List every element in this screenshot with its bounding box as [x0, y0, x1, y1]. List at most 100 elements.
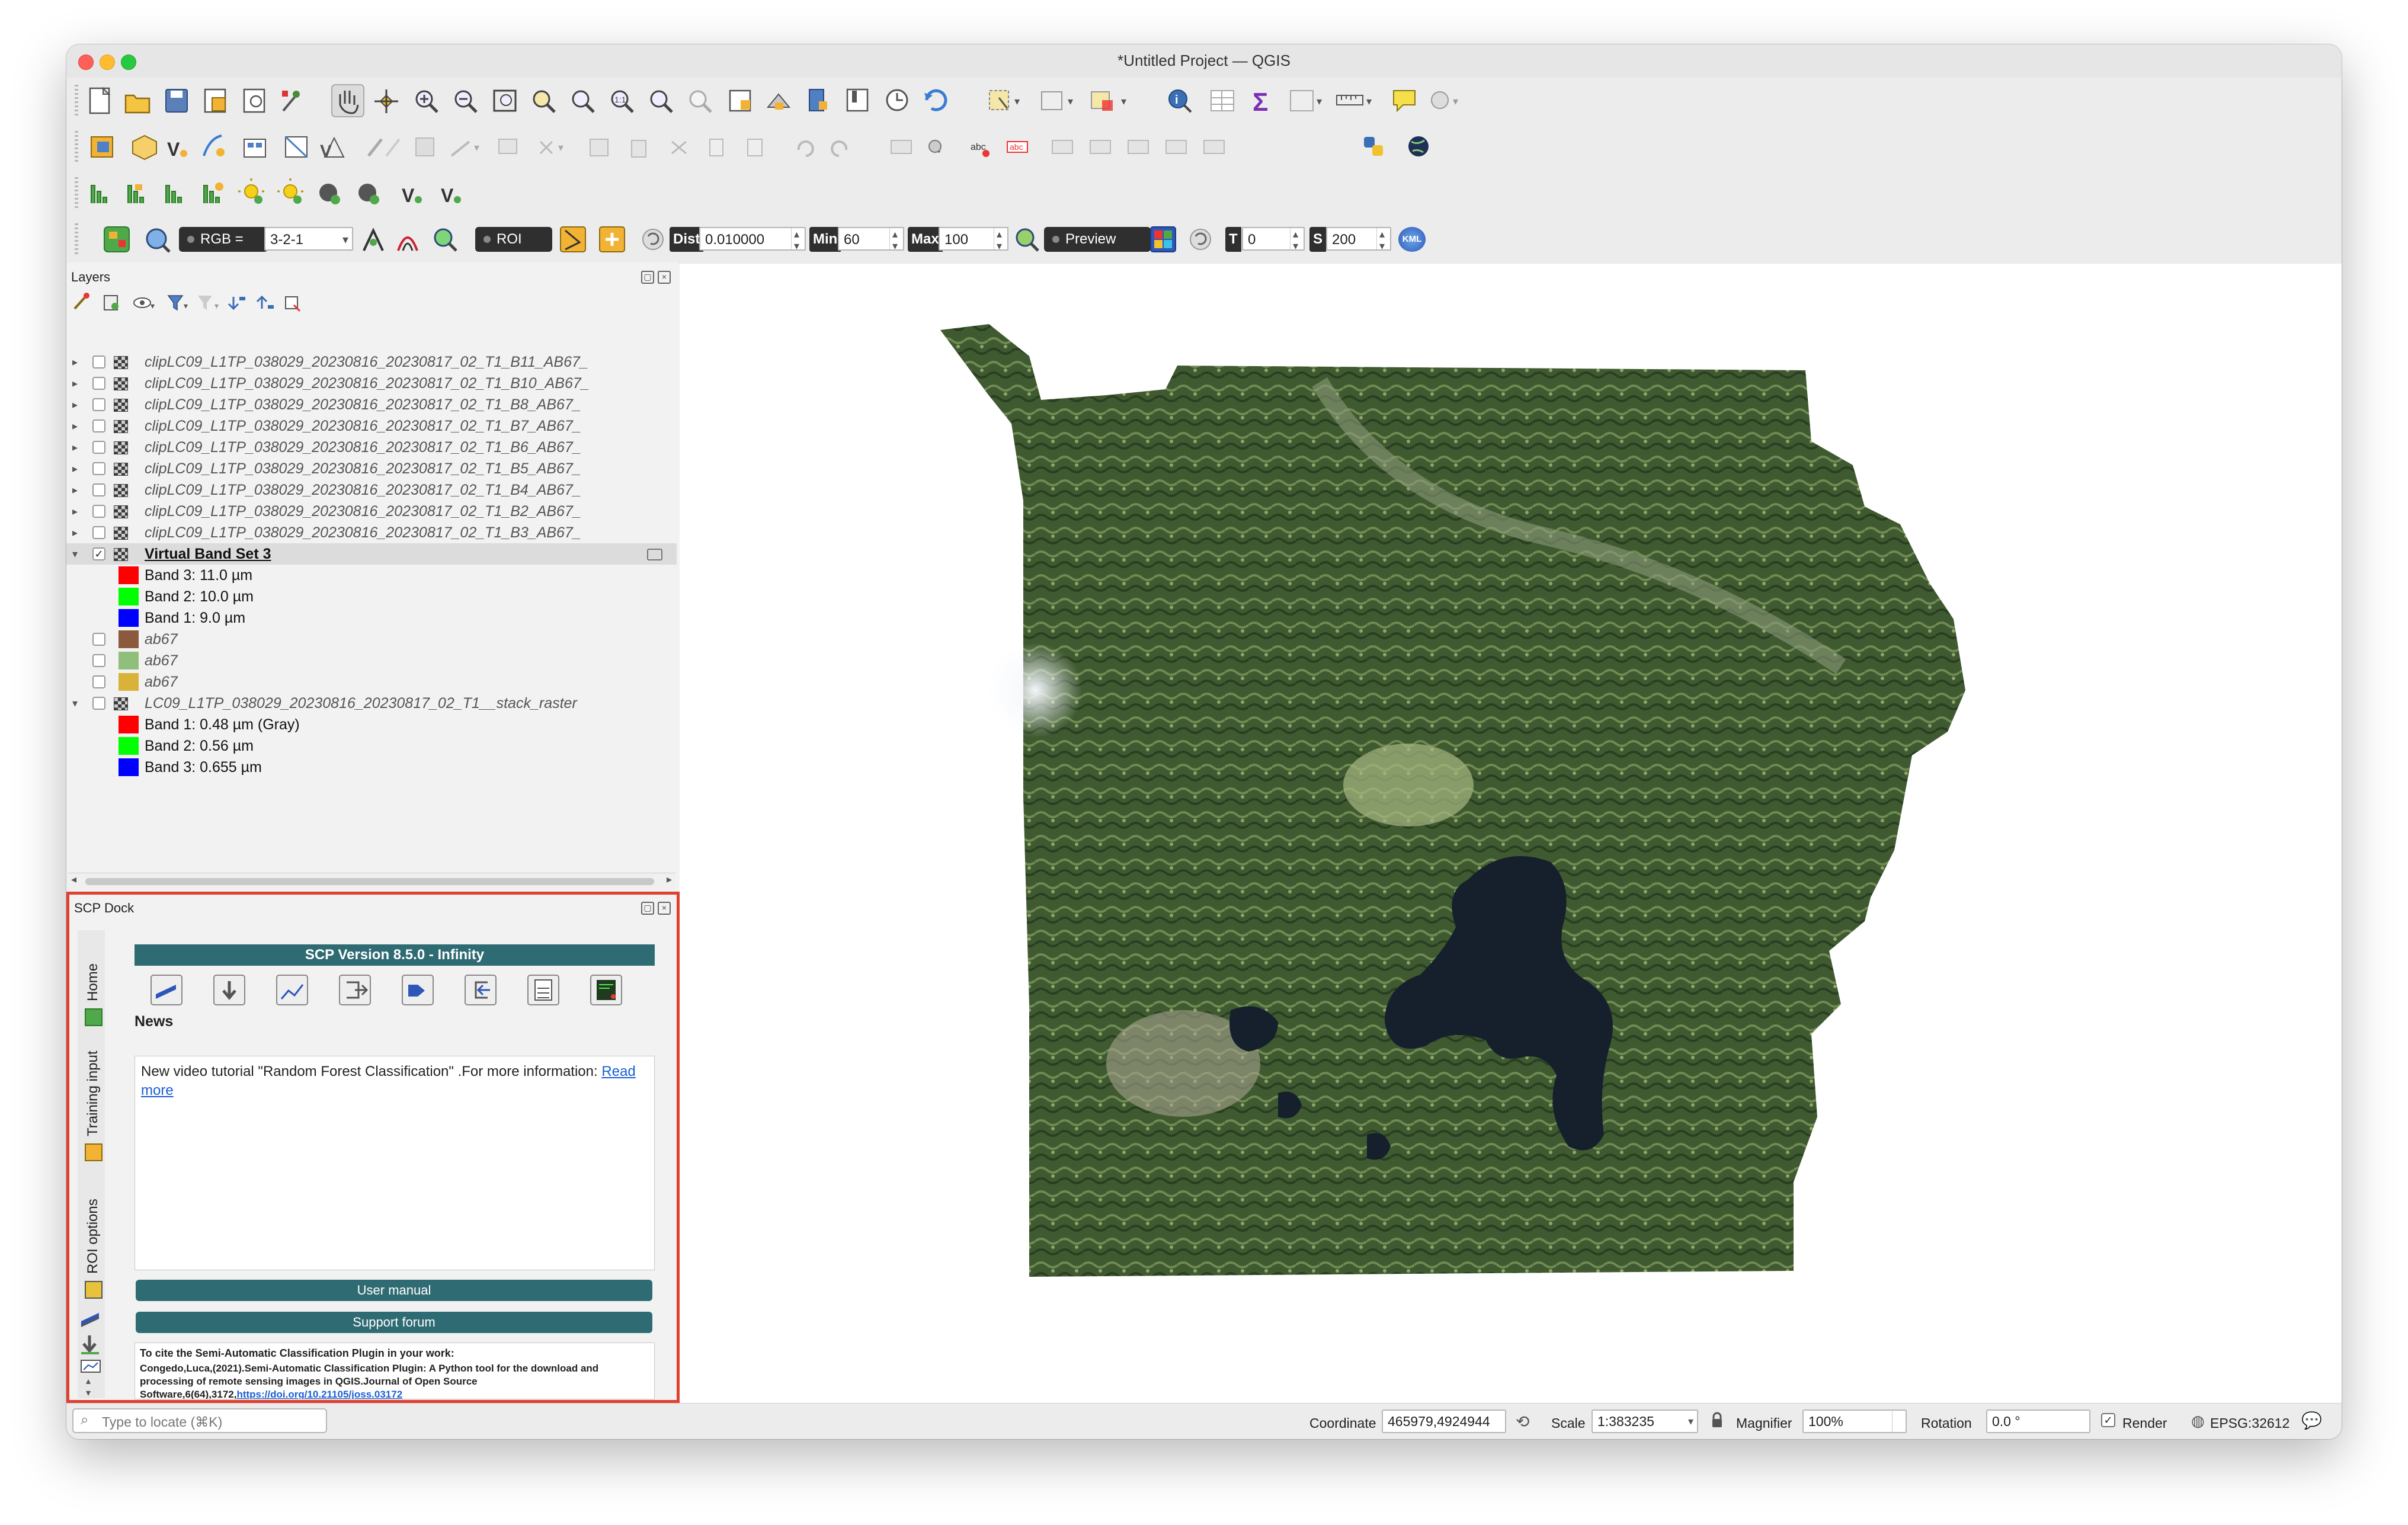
statistical-summary-icon[interactable]: Σ — [1253, 88, 1268, 117]
pan-to-selection-icon[interactable] — [374, 89, 398, 113]
manage-visibility-icon[interactable]: ▾ — [133, 297, 155, 310]
sun-layer-icon[interactable] — [238, 178, 264, 204]
print-layout-icon[interactable] — [243, 88, 265, 113]
raster-histogram-3-icon[interactable] — [165, 185, 182, 203]
download-products-icon[interactable] — [213, 975, 245, 1005]
layer-row[interactable]: ▸ clipLC09_L1TP_038029_20230816_20230817_… — [66, 373, 677, 394]
new-bookmark-icon[interactable] — [809, 89, 827, 111]
layer-visibility-checkbox[interactable]: ✓ — [92, 547, 105, 560]
open-layer-styling-icon[interactable] — [73, 293, 89, 310]
open-project-icon[interactable] — [124, 94, 150, 114]
expand-all-icon[interactable] — [228, 297, 245, 310]
raster-histogram-2-icon[interactable] — [127, 184, 144, 203]
identify-features-icon[interactable]: i — [1168, 89, 1192, 113]
label-abc-icon[interactable]: abc abc — [971, 141, 1028, 157]
scrollbar-thumb[interactable] — [85, 878, 654, 885]
render-checkbox[interactable]: ✓ — [2101, 1413, 2115, 1427]
new-mesh-layer-icon[interactable]: V — [320, 136, 345, 161]
refresh-icon[interactable] — [924, 89, 947, 111]
zoom-out-icon[interactable] — [454, 90, 478, 113]
layer-visibility-checkbox[interactable] — [92, 377, 105, 390]
zoom-last-icon[interactable] — [650, 90, 673, 113]
band-set-tab-icon[interactable] — [81, 1313, 100, 1327]
expand-icon[interactable]: ▸ — [72, 458, 78, 479]
lock-layer-icon[interactable] — [319, 184, 340, 204]
layer-visibility-checkbox[interactable] — [92, 633, 105, 646]
collapse-icon[interactable]: ▾ — [72, 693, 78, 714]
spin-arrows-icon[interactable] — [1376, 222, 1390, 258]
band-calc-icon[interactable] — [527, 975, 559, 1005]
new-virtual-layer-icon[interactable] — [244, 139, 266, 158]
layers-horizontal-scrollbar[interactable]: ◂ ▸ — [68, 873, 675, 890]
scroll-down-icon[interactable]: ▾ — [86, 1388, 91, 1398]
python-console-icon[interactable] — [1364, 137, 1383, 156]
home-tab-icon[interactable] — [85, 1008, 103, 1026]
layer-row[interactable]: ▸ clipLC09_L1TP_038029_20230816_20230817_… — [66, 351, 677, 373]
spin-arrows-icon[interactable] — [791, 222, 805, 258]
zoom-roi-icon[interactable] — [434, 228, 457, 252]
s-spinbox[interactable]: 200 — [1326, 222, 1391, 258]
toggle-extents-icon[interactable]: ⟲ — [1516, 1412, 1529, 1431]
user-manual-button[interactable]: User manual — [136, 1280, 652, 1301]
float-panel-icon[interactable]: ▢ — [641, 902, 654, 915]
layer-row[interactable]: ab67 — [66, 629, 677, 650]
layer-row[interactable]: ▸ clipLC09_L1TP_038029_20230816_20230817_… — [66, 501, 677, 522]
layer-row[interactable]: ▸ clipLC09_L1TP_038029_20230816_20230817_… — [66, 437, 677, 458]
lock-scale-icon[interactable] — [1711, 1411, 1723, 1428]
collapse-all-icon[interactable] — [256, 295, 274, 309]
layer-visibility-checkbox[interactable] — [92, 526, 105, 539]
layer-visibility-checkbox[interactable] — [92, 483, 105, 496]
layer-visibility-checkbox[interactable] — [92, 441, 105, 454]
rotation-spinbox[interactable]: 0.0 ° — [1986, 1409, 2090, 1433]
redo-roi-icon[interactable] — [642, 229, 664, 250]
scp-zoom-input-icon[interactable] — [146, 228, 171, 253]
layer-row[interactable]: ab67 — [66, 650, 677, 671]
new-map-view-icon[interactable] — [729, 89, 751, 112]
select-by-value-icon[interactable]: ▾ — [1041, 91, 1073, 110]
layer-row-virtual-band-set[interactable]: ▾ ✓ Virtual Band Set 3 — [66, 543, 677, 565]
sun-layer-2-icon[interactable] — [277, 178, 303, 204]
basic-tools-icon[interactable] — [276, 975, 308, 1005]
lock-layer-2-icon[interactable] — [358, 184, 379, 204]
raster-histogram-4-icon[interactable] — [203, 182, 223, 203]
roi-options-tab-icon[interactable] — [85, 1281, 103, 1299]
scroll-up-icon[interactable]: ▴ — [86, 1376, 91, 1386]
zoom-native-icon[interactable]: 1:1 — [611, 90, 634, 113]
spin-arrows-icon[interactable] — [994, 222, 1007, 258]
expand-icon[interactable]: ▸ — [72, 522, 78, 543]
layer-row[interactable]: ▸ clipLC09_L1TP_038029_20230816_20230817_… — [66, 415, 677, 437]
expand-icon[interactable]: ▸ — [72, 501, 78, 522]
coordinate-field[interactable]: 465979,4924944 — [1382, 1409, 1506, 1433]
layer-visibility-checkbox[interactable] — [92, 398, 105, 411]
style-manager-icon[interactable] — [282, 91, 300, 112]
close-panel-icon[interactable]: × — [658, 271, 671, 284]
add-roi-icon[interactable] — [599, 226, 625, 252]
messages-icon[interactable]: 💬 — [2301, 1411, 2322, 1430]
band-processing-icon[interactable] — [402, 975, 434, 1005]
download-tab-icon[interactable] — [81, 1335, 99, 1354]
tools-tab-icon[interactable] — [81, 1360, 101, 1373]
expand-icon[interactable]: ▸ — [72, 437, 78, 458]
layer-visibility-checkbox[interactable] — [92, 355, 105, 369]
preprocessing-icon[interactable] — [339, 975, 371, 1005]
layer-visibility-checkbox[interactable] — [92, 675, 105, 688]
map-tips-icon[interactable] — [1393, 90, 1416, 113]
magnifier-spinbox[interactable]: 100% — [1802, 1409, 1907, 1433]
min-spinbox[interactable]: 60 — [838, 222, 904, 258]
zoom-to-layer-icon[interactable] — [572, 90, 595, 113]
dist-spinbox[interactable]: 0.010000 — [699, 222, 806, 258]
locator-bar[interactable]: ⌕ Type to locate (⌘K) — [72, 1408, 327, 1433]
deselect-features-icon[interactable]: ▾ — [1091, 91, 1126, 111]
band-set-icon[interactable] — [150, 975, 182, 1005]
scale-combo[interactable]: 1:383235 ▾ — [1592, 1409, 1698, 1433]
temporal-controller-icon[interactable] — [886, 89, 908, 111]
expand-icon[interactable]: ▸ — [72, 373, 78, 394]
save-project-icon[interactable] — [165, 89, 188, 113]
field-calculator-icon[interactable]: ▾ — [1290, 90, 1322, 111]
spin-arrows-icon[interactable] — [1892, 1411, 1906, 1432]
max-spinbox[interactable]: 100 — [939, 222, 1008, 258]
zoom-to-selection-icon[interactable] — [533, 90, 556, 113]
select-features-icon[interactable]: ▾ — [989, 90, 1020, 110]
vector-tool-2-icon[interactable]: V — [441, 185, 461, 206]
spin-arrows-icon[interactable] — [1290, 222, 1304, 258]
